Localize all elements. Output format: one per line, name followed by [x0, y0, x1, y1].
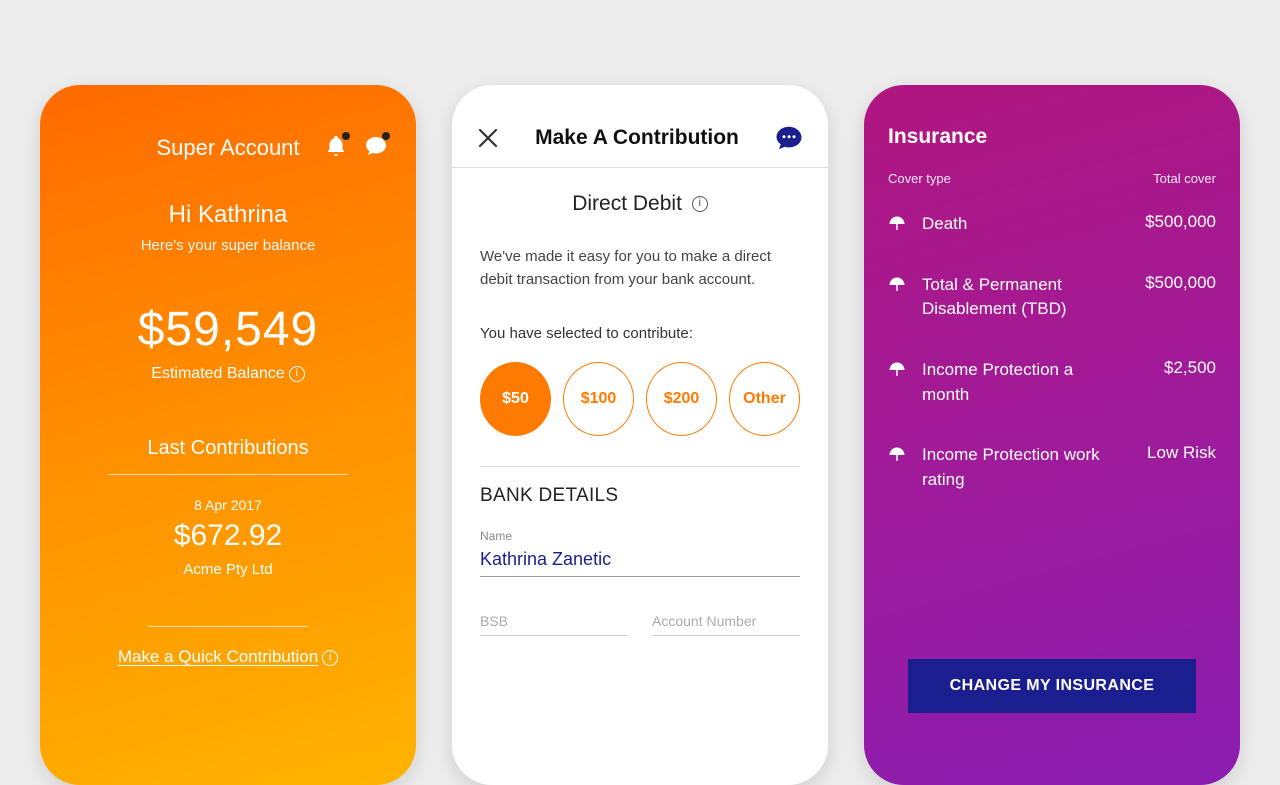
umbrella-icon	[888, 215, 906, 233]
name-field[interactable]: Kathrina Zanetic	[480, 543, 800, 577]
insurance-row: Income Protection work rating Low Risk	[888, 425, 1216, 510]
insurance-screen: Insurance Cover type Total cover Death $…	[864, 85, 1240, 785]
make-contribution-screen: Make A Contribution Direct Debit i We've…	[452, 85, 828, 785]
col-total-cover: Total cover	[1153, 171, 1216, 186]
contribution-date: 8 Apr 2017	[40, 497, 416, 513]
page-title: Insurance	[864, 85, 1240, 161]
method-description: We've made it easy for you to make a dir…	[480, 246, 800, 291]
insurance-row: Total & Permanent Disablement (TBD) $500…	[888, 255, 1216, 340]
umbrella-icon	[888, 276, 906, 294]
info-icon[interactable]: i	[322, 650, 338, 666]
page-title: Super Account	[156, 135, 299, 161]
chat-icon[interactable]	[364, 134, 388, 163]
select-label: You have selected to contribute:	[480, 325, 800, 342]
amount-chip-other[interactable]: Other	[729, 362, 800, 436]
umbrella-icon	[888, 361, 906, 379]
amount-chip-50[interactable]: $50	[480, 362, 551, 436]
method-title: Direct Debit i	[480, 192, 800, 216]
contribution-payer: Acme Pty Ltd	[40, 561, 416, 578]
balance-value: $59,549	[40, 302, 416, 357]
close-icon[interactable]	[476, 126, 500, 150]
greeting-sub: Here's your super balance	[40, 237, 416, 254]
insurance-row: Income Protection a month $2,500	[888, 340, 1216, 425]
change-insurance-button[interactable]: CHANGE MY INSURANCE	[908, 659, 1196, 713]
contribution-amount: $672.92	[40, 519, 416, 553]
balance-label: Estimated Balancei	[40, 365, 416, 383]
chat-icon[interactable]	[774, 123, 804, 153]
col-cover-type: Cover type	[888, 171, 951, 186]
super-account-screen: Super Account Hi Kathrina Here's your su…	[40, 85, 416, 785]
insurance-row: Death $500,000	[888, 194, 1216, 255]
info-icon[interactable]: i	[692, 196, 708, 212]
amount-chip-200[interactable]: $200	[646, 362, 717, 436]
quick-contribution-link[interactable]: Make a Quick Contributioni	[40, 647, 416, 667]
greeting: Hi Kathrina	[40, 201, 416, 229]
bank-details-heading: BANK DETAILS	[480, 485, 800, 507]
last-contributions-heading: Last Contributions	[40, 437, 416, 460]
info-icon[interactable]: i	[289, 366, 305, 382]
umbrella-icon	[888, 446, 906, 464]
name-label: Name	[480, 529, 800, 543]
bsb-field[interactable]: BSB	[480, 613, 628, 636]
page-title: Make A Contribution	[535, 126, 739, 150]
account-number-field[interactable]: Account Number	[652, 613, 800, 636]
amount-chip-100[interactable]: $100	[563, 362, 634, 436]
notifications-icon[interactable]	[324, 134, 348, 163]
